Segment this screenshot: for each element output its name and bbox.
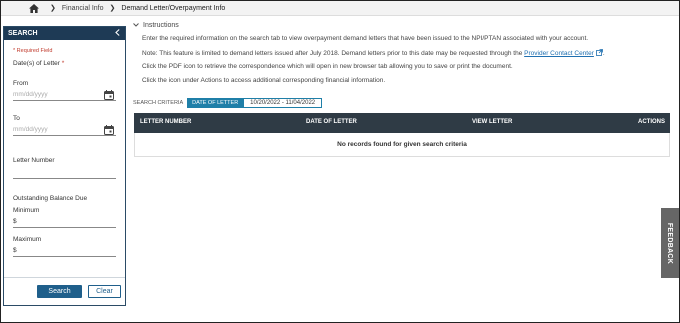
criteria-value: 10/20/2022 - 11/04/2022 — [243, 98, 323, 108]
chevron-down-icon — [133, 22, 139, 29]
instruction-line: Click the icon under Actions to access a… — [142, 77, 386, 84]
maximum-input[interactable]: $ — [13, 244, 116, 257]
search-panel-footer: Search Clear — [4, 277, 125, 305]
minimum-input[interactable]: $ — [13, 215, 116, 228]
instructions-toggle[interactable]: Instructions — [133, 22, 179, 29]
calendar-icon[interactable] — [104, 125, 114, 135]
clear-button[interactable]: Clear — [88, 285, 121, 298]
criteria-tag: DATE OF LETTER — [187, 98, 244, 108]
provider-contact-center-link[interactable]: Provider Contact Center — [524, 50, 594, 57]
column-header-letter-number[interactable]: LETTER NUMBER — [140, 119, 191, 125]
feedback-tab[interactable]: FEEDBACK — [661, 208, 679, 278]
letter-number-label: Letter Number — [13, 157, 55, 164]
from-label: From — [13, 80, 29, 87]
to-date-placeholder: mm/dd/yyyy — [13, 125, 48, 133]
to-date-field[interactable]: mm/dd/yyyy — [13, 123, 116, 136]
instructions-heading: Instructions — [143, 22, 179, 29]
from-date-placeholder: mm/dd/yyyy — [13, 90, 48, 98]
search-panel-title: SEARCH — [8, 30, 38, 37]
instruction-note: Note: This feature is limited to demand … — [142, 49, 605, 57]
column-header-view-letter[interactable]: VIEW LETTER — [472, 119, 512, 125]
instruction-line: Enter the required information on the se… — [142, 35, 589, 42]
breadcrumb: ❯ Financial Info ❯ Demand Letter/Overpay… — [1, 1, 679, 16]
outstanding-balance-label: Outstanding Balance Due — [13, 195, 88, 202]
home-icon[interactable] — [28, 3, 40, 13]
table-header: LETTER NUMBER DATE OF LETTER VIEW LETTER… — [134, 113, 670, 133]
calendar-icon[interactable] — [104, 90, 114, 100]
external-link-icon[interactable] — [595, 49, 603, 56]
maximum-value: $ — [13, 246, 17, 254]
search-panel-header: SEARCH — [4, 27, 125, 40]
search-criteria-label: SEARCH CRITERIA — [133, 100, 184, 106]
chevron-right-icon: ❯ — [109, 5, 116, 12]
maximum-label: Maximum — [13, 236, 42, 243]
breadcrumb-item-current: Demand Letter/Overpayment Info — [121, 4, 226, 12]
minimum-label: Minimum — [13, 207, 40, 214]
search-panel: SEARCH * Required Field Date(s) of Lette… — [3, 26, 126, 306]
to-label: To — [13, 115, 20, 122]
column-header-actions: ACTIONS — [638, 119, 665, 125]
results-table: LETTER NUMBER DATE OF LETTER VIEW LETTER… — [134, 113, 670, 157]
from-date-field[interactable]: mm/dd/yyyy — [13, 88, 116, 101]
breadcrumb-item-financial-info[interactable]: Financial Info — [62, 5, 104, 12]
minimum-value: $ — [13, 217, 17, 225]
column-header-date-of-letter[interactable]: DATE OF LETTER — [306, 119, 357, 125]
search-criteria: SEARCH CRITERIA DATE OF LETTER 10/20/202… — [133, 98, 323, 108]
chevron-left-icon[interactable] — [115, 29, 120, 38]
empty-state-row: No records found for given search criter… — [134, 133, 670, 157]
instruction-line: Click the PDF icon to retrieve the corre… — [142, 63, 513, 70]
chevron-right-icon: ❯ — [50, 5, 56, 12]
instruction-note-text: Note: This feature is limited to demand … — [142, 50, 523, 57]
date-of-letter-label: Date(s) of Letter * — [13, 60, 65, 67]
required-field-note: * Required Field — [13, 48, 53, 54]
instruction-note-suffix: . — [602, 50, 605, 57]
letter-number-input[interactable] — [13, 166, 116, 179]
search-button[interactable]: Search — [37, 285, 82, 298]
feedback-label: FEEDBACK — [666, 222, 674, 264]
search-form: * Required Field Date(s) of Letter * Fro… — [4, 40, 125, 276]
